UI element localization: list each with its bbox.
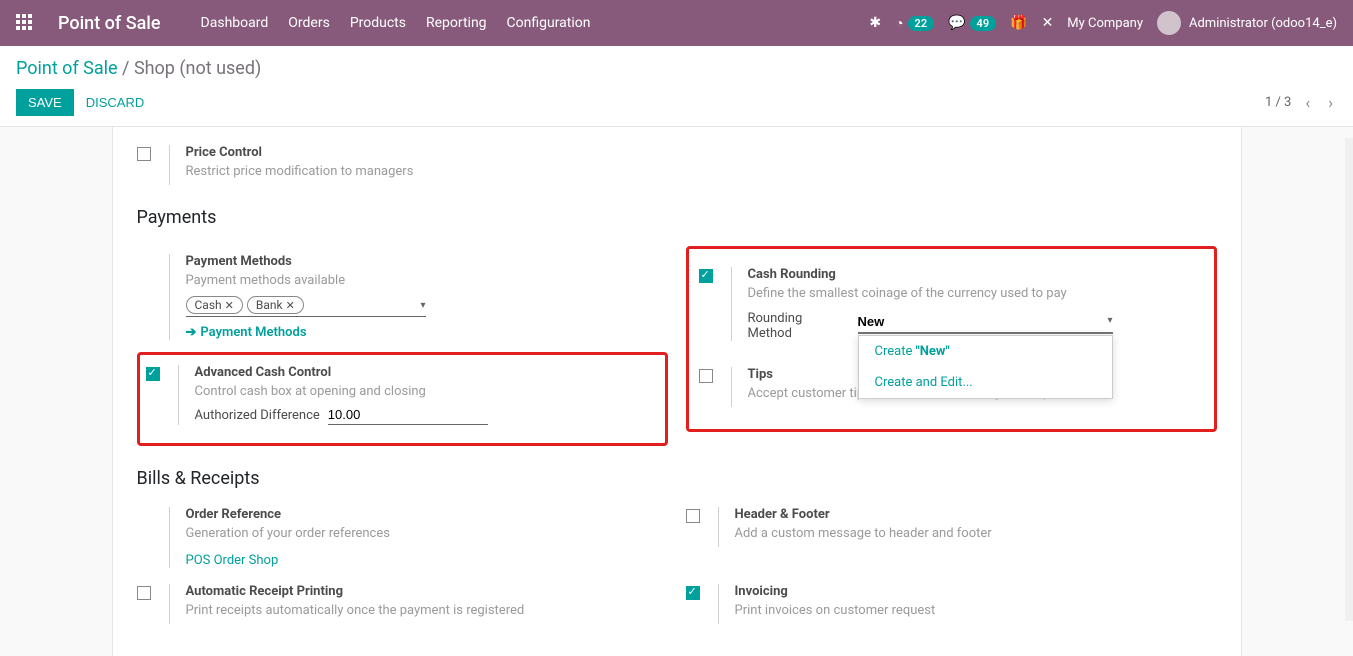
- discard-button[interactable]: DISCARD: [74, 89, 157, 116]
- arrow-right-icon: ➔: [186, 325, 197, 340]
- section-bills: Bills & Receipts: [137, 468, 1217, 489]
- clock-icon: ◔: [895, 15, 903, 32]
- clock-count: 22: [908, 16, 935, 31]
- auto-receipt-help: Print receipts automatically once the pa…: [186, 603, 668, 618]
- nav-reporting[interactable]: Reporting: [426, 15, 487, 31]
- invoicing-title: Invoicing: [735, 584, 1217, 599]
- tips-checkbox[interactable]: [699, 369, 713, 383]
- company-switcher[interactable]: My Company: [1067, 16, 1143, 31]
- chat-icon: 💬: [948, 15, 965, 31]
- header-footer-title: Header & Footer: [735, 507, 1217, 522]
- gift-icon[interactable]: 🎁: [1010, 15, 1027, 31]
- payment-methods-input[interactable]: Cash✕ Bank✕ ▾: [186, 294, 426, 317]
- price-control-help: Restrict price modification to managers: [186, 164, 677, 179]
- rounding-method-input[interactable]: [858, 311, 1113, 334]
- payment-methods-link-label: Payment Methods: [200, 325, 306, 340]
- avatar-icon: [1157, 11, 1181, 35]
- clock-badge[interactable]: ◔ 22: [895, 15, 934, 32]
- dropdown-create-edit[interactable]: Create and Edit...: [859, 367, 1112, 398]
- auto-receipt-title: Automatic Receipt Printing: [186, 584, 668, 599]
- dropdown-create-prefix: Create: [875, 344, 916, 359]
- chevron-down-icon[interactable]: ▾: [1107, 315, 1112, 326]
- section-payments: Payments: [137, 207, 1217, 228]
- apps-icon[interactable]: [16, 14, 34, 32]
- top-navbar: Point of Sale Dashboard Orders Products …: [0, 0, 1353, 46]
- user-name: Administrator (odoo14_e): [1189, 16, 1337, 31]
- tag-bank[interactable]: Bank✕: [247, 296, 304, 314]
- user-menu[interactable]: Administrator (odoo14_e): [1157, 11, 1337, 35]
- order-ref-title: Order Reference: [186, 507, 668, 522]
- cash-rounding-help: Define the smallest coinage of the curre…: [748, 286, 1204, 301]
- app-brand: Point of Sale: [58, 13, 161, 34]
- order-ref-help: Generation of your order references: [186, 526, 668, 541]
- breadcrumb-current: Shop (not used): [134, 58, 261, 79]
- payment-methods-help: Payment methods available: [186, 273, 668, 288]
- chevron-down-icon[interactable]: ▾: [420, 300, 425, 311]
- auto-receipt-checkbox[interactable]: [137, 586, 151, 600]
- pager-prev-icon[interactable]: ‹: [1301, 89, 1314, 116]
- rounding-method-dropdown: Create "New" Create and Edit...: [858, 335, 1113, 399]
- pager-next-icon[interactable]: ›: [1324, 89, 1337, 116]
- payment-methods-link[interactable]: ➔Payment Methods: [186, 325, 668, 340]
- nav-links: Dashboard Orders Products Reporting Conf…: [201, 15, 591, 31]
- tag-bank-remove-icon[interactable]: ✕: [286, 299, 295, 312]
- chat-count: 49: [970, 16, 997, 31]
- nav-configuration[interactable]: Configuration: [507, 15, 591, 31]
- dropdown-create-new[interactable]: Create "New": [859, 336, 1112, 367]
- breadcrumb-sep: /: [118, 58, 134, 79]
- price-control-checkbox[interactable]: [137, 147, 151, 161]
- price-control-title: Price Control: [186, 145, 677, 160]
- header-footer-help: Add a custom message to header and foote…: [735, 526, 1217, 541]
- save-button[interactable]: SAVE: [16, 89, 74, 116]
- nav-products[interactable]: Products: [350, 15, 406, 31]
- chat-badge[interactable]: 💬 49: [948, 15, 996, 31]
- pager-value[interactable]: 1 / 3: [1265, 95, 1291, 110]
- bug-icon[interactable]: ✱: [869, 15, 881, 31]
- pos-order-shop-link[interactable]: POS Order Shop: [186, 553, 279, 568]
- invoicing-help: Print invoices on customer request: [735, 603, 1217, 618]
- tag-cash-label: Cash: [195, 298, 222, 312]
- nav-dashboard[interactable]: Dashboard: [201, 15, 269, 31]
- authorized-diff-input[interactable]: [328, 405, 488, 425]
- dropdown-create-value: "New": [916, 344, 950, 359]
- tag-cash[interactable]: Cash✕: [186, 296, 243, 314]
- advanced-cash-help: Control cash box at opening and closing: [195, 384, 659, 399]
- advanced-cash-title: Advanced Cash Control: [195, 365, 659, 380]
- breadcrumb-root[interactable]: Point of Sale: [16, 58, 118, 79]
- rounding-method-label: Rounding Method: [748, 311, 838, 341]
- scrollbar[interactable]: [1345, 138, 1353, 621]
- pager: 1 / 3 ‹ ›: [1265, 89, 1337, 116]
- nav-orders[interactable]: Orders: [288, 15, 330, 31]
- breadcrumb: Point of Sale / Shop (not used): [16, 58, 1337, 79]
- topbar-right: ✱ ◔ 22 💬 49 🎁 ✕ My Company Administrator…: [869, 11, 1337, 35]
- tag-cash-remove-icon[interactable]: ✕: [225, 299, 234, 312]
- header-footer-checkbox[interactable]: [686, 509, 700, 523]
- advanced-cash-checkbox[interactable]: [146, 367, 160, 381]
- cash-rounding-title: Cash Rounding: [748, 267, 1204, 282]
- form-sheet: Price Control Restrict price modificatio…: [112, 127, 1242, 656]
- invoicing-checkbox[interactable]: [686, 586, 700, 600]
- cash-rounding-checkbox[interactable]: [699, 269, 713, 283]
- wrench-icon[interactable]: ✕: [1042, 15, 1054, 31]
- authorized-diff-label: Authorized Difference: [195, 408, 320, 423]
- control-panel: Point of Sale / Shop (not used) SAVE DIS…: [0, 46, 1353, 127]
- payment-methods-title: Payment Methods: [186, 254, 668, 269]
- tag-bank-label: Bank: [256, 298, 283, 312]
